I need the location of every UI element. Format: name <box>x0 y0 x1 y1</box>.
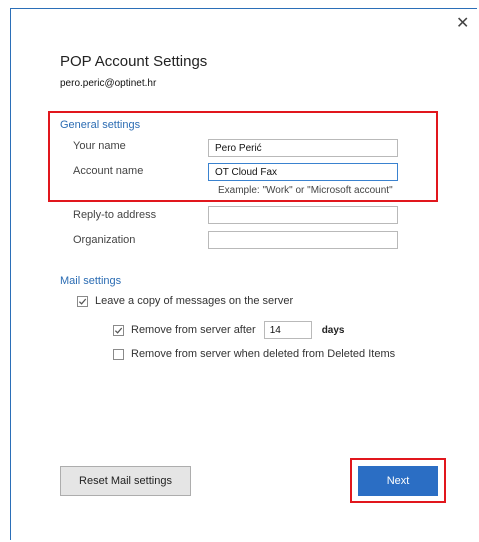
organization-label: Organization <box>73 234 136 246</box>
mail-settings-heading: Mail settings <box>60 275 122 287</box>
next-button[interactable]: Next <box>358 466 438 496</box>
organization-input[interactable] <box>208 231 398 249</box>
checkmark-icon <box>78 298 87 305</box>
leave-copy-label: Leave a copy of messages on the server <box>95 295 294 307</box>
leave-copy-checkbox[interactable] <box>77 295 88 307</box>
leave-copy-row[interactable]: Leave a copy of messages on the server <box>77 295 293 307</box>
dialog-title: POP Account Settings <box>60 53 208 70</box>
reply-to-input[interactable] <box>208 206 398 224</box>
account-email: pero.peric@optinet.hr <box>60 78 157 89</box>
highlight-box-general-settings <box>48 111 438 202</box>
remove-deleted-label: Remove from server when deleted from Del… <box>131 348 396 360</box>
remove-after-checkbox[interactable] <box>113 324 124 336</box>
remove-deleted-checkbox[interactable] <box>113 348 124 360</box>
remove-after-label: Remove from server after <box>131 324 256 336</box>
remove-deleted-row[interactable]: Remove from server when deleted from Del… <box>113 348 395 360</box>
reply-to-label: Reply-to address <box>73 209 157 221</box>
checkmark-icon <box>114 327 123 334</box>
reset-mail-settings-button[interactable]: Reset Mail settings <box>60 466 191 496</box>
close-icon[interactable]: ✕ <box>456 16 469 32</box>
days-label: days <box>321 324 345 336</box>
remove-after-days-input[interactable] <box>263 321 312 339</box>
remove-after-row[interactable]: Remove from server after days <box>113 321 345 339</box>
